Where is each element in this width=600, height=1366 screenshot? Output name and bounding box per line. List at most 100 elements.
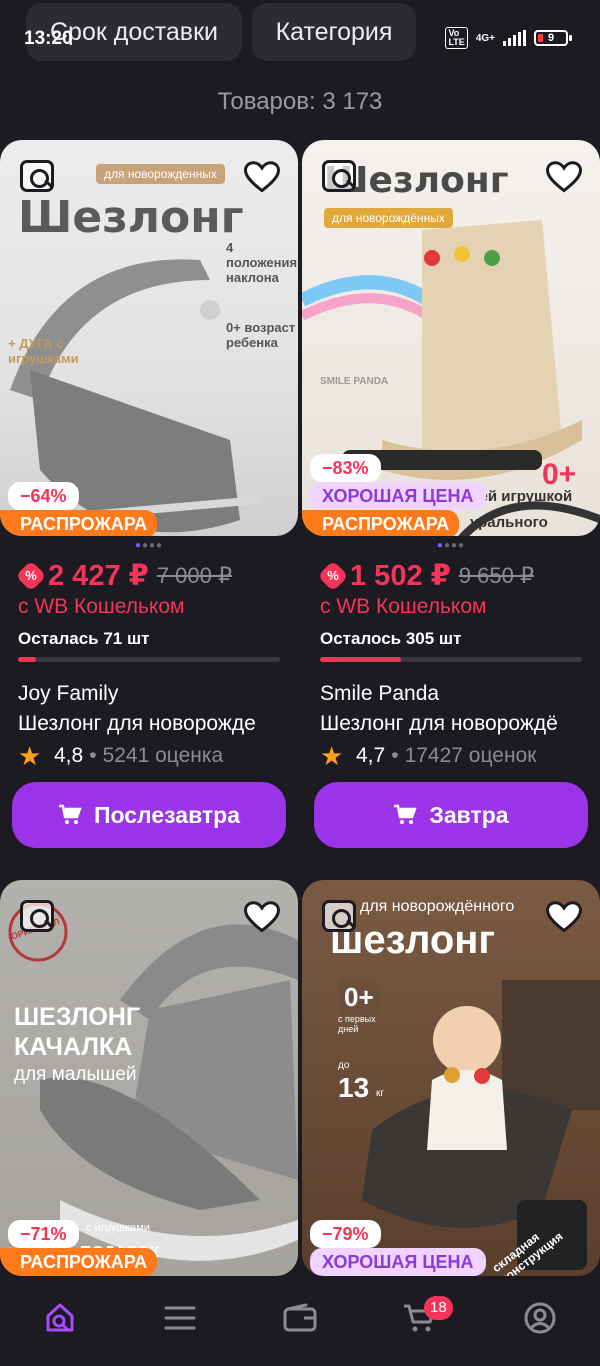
product-card[interactable]: Шезлонг для новорождённых SMILE PANDA 0+…: [302, 140, 600, 771]
rating-score: 4,7: [356, 744, 386, 767]
image-pager-dots: ●●●●: [436, 540, 466, 551]
image-fact: + ДУГА с игрушками: [8, 336, 79, 366]
top-bar: Срок доставки Категория 13:20 Vo LTE 4G+ …: [0, 0, 600, 70]
star-icon: ★: [320, 741, 344, 771]
heart-icon[interactable]: [546, 160, 582, 194]
rating: ★ 4,7 • 17427 оценок: [302, 741, 600, 771]
cart-count-badge: 18: [424, 1296, 453, 1320]
product-card[interactable]: для новорождённого шезлонг 0+ с первых д…: [302, 880, 600, 1276]
discount-badge: −83%: [310, 454, 381, 482]
network-label: 4G+: [475, 32, 495, 44]
home-icon: [46, 1303, 74, 1332]
rating-separator: •: [391, 744, 399, 767]
category-filter[interactable]: Категория: [252, 3, 416, 61]
heart-icon[interactable]: [546, 900, 582, 934]
product-card[interactable]: ОРИГИНАЛ ШЕЗЛОНГ КАЧАЛКА для малышей с и…: [0, 880, 298, 1276]
price: 1 502 ₽: [350, 560, 451, 592]
status-time: 13:20: [24, 28, 73, 49]
heart-icon[interactable]: [244, 160, 280, 194]
old-price: 9 650 ₽: [458, 562, 534, 588]
product-name[interactable]: Шезлонг для новорожде: [0, 712, 280, 736]
stock-left: Осталась 71 шт: [18, 629, 150, 648]
image-pager-dots: ●●●●: [134, 540, 164, 551]
image-fact: 4 положения наклона: [226, 240, 298, 285]
sale-tag: РАСПРОЖАРА: [0, 510, 158, 536]
status-indicators: Vo LTE 4G+ 9: [445, 27, 572, 49]
product-card[interactable]: для новорожденных Шезлонг 4 положения на…: [0, 140, 298, 771]
battery-level: 9: [547, 32, 555, 44]
wallet-discount-icon: [15, 559, 47, 592]
rating: ★ 4,8 • 5241 оценка: [0, 741, 298, 771]
nav-wallet[interactable]: [270, 1288, 330, 1348]
good-price-tag: ХОРОШАЯ ЦЕНА: [310, 1248, 486, 1276]
price-row: 2 427 ₽ 7 000 ₽: [0, 558, 298, 593]
image-fact: 0+ возраст ребенка: [226, 320, 296, 350]
image-fact-sub: с первых дней: [338, 1014, 376, 1034]
battery-icon: 9: [534, 30, 572, 46]
brand-name[interactable]: Smile Panda: [302, 682, 600, 706]
rating-score: 4,8: [54, 744, 84, 767]
wallet-note: с WB Кошельком: [320, 595, 487, 618]
product-name[interactable]: Шезлонг для новорождё: [302, 712, 582, 736]
product-image[interactable]: для новорождённого шезлонг 0+ с первых д…: [302, 880, 600, 1276]
review-count: 5241 оценка: [102, 744, 224, 767]
stock-bar: [320, 657, 582, 662]
old-price: 7 000 ₽: [156, 562, 232, 588]
image-fact: 13: [338, 1072, 370, 1103]
discount-badge: −64%: [8, 482, 79, 510]
delivery-label: Завтра: [429, 801, 509, 828]
image-subtitle: для новорожденных: [96, 164, 225, 184]
image-title: Шезлонг: [18, 192, 244, 243]
image-subtitle: для малышей: [14, 1064, 137, 1085]
bottom-navigation: 18: [0, 1276, 600, 1366]
image-subtitle: для новорождённого: [360, 898, 515, 915]
zoom-icon[interactable]: [322, 160, 356, 192]
image-fact: с игрушками: [86, 1222, 150, 1234]
image-subtitle: для новорождённых: [324, 208, 453, 228]
catalog-icon: [164, 1306, 196, 1330]
product-image[interactable]: Шезлонг для новорождённых SMILE PANDA 0+…: [302, 140, 600, 536]
image-title: ШЕЗЛОНГ КАЧАЛКА: [14, 1003, 141, 1061]
image-fact: 0+: [542, 458, 577, 491]
price-row: 1 502 ₽ 9 650 ₽: [302, 558, 600, 593]
delivery-label: Послезавтра: [93, 801, 241, 828]
product-image[interactable]: для новорожденных Шезлонг 4 положения на…: [0, 140, 298, 536]
cart-icon: [394, 804, 418, 824]
wallet-icon: [283, 1303, 317, 1332]
product-image[interactable]: ОРИГИНАЛ ШЕЗЛОНГ КАЧАЛКА для малышей с и…: [0, 880, 298, 1276]
results-count: Товаров: 3 173: [217, 88, 383, 115]
stock-bar-fill: [320, 657, 402, 662]
price: 2 427 ₽: [48, 560, 149, 592]
wallet-note: с WB Кошельком: [18, 595, 185, 618]
rating-separator: •: [89, 744, 97, 767]
wallet-discount-icon: [317, 559, 349, 592]
signal-icon: [503, 30, 526, 46]
profile-icon: [524, 1302, 556, 1334]
cart-icon: [58, 804, 82, 824]
nav-cart[interactable]: 18: [390, 1288, 453, 1348]
discount-badge: −79%: [310, 1220, 381, 1248]
zoom-icon[interactable]: [20, 160, 54, 192]
sale-tag: РАСПРОЖАРА: [302, 510, 460, 536]
stock-left: Осталось 305 шт: [320, 629, 462, 648]
brand-name[interactable]: Joy Family: [0, 682, 298, 706]
zoom-icon[interactable]: [322, 900, 356, 932]
sale-tag: РАСПРОЖАРА: [0, 1248, 158, 1276]
image-fact: 0+: [338, 980, 380, 1015]
stock-bar-fill: [18, 657, 37, 662]
nav-profile[interactable]: [510, 1288, 570, 1348]
volte-icon: Vo LTE: [445, 27, 468, 49]
add-to-cart-button[interactable]: Послезавтра: [12, 782, 286, 848]
heart-icon[interactable]: [244, 900, 280, 934]
review-count: 17427 оценок: [404, 744, 537, 767]
image-fact: урального дерева: [470, 514, 548, 536]
zoom-icon[interactable]: [20, 900, 54, 932]
image-fact-pre: до: [338, 1060, 350, 1071]
star-icon: ★: [18, 741, 42, 771]
image-fact-unit: кг: [376, 1088, 385, 1099]
add-to-cart-button[interactable]: Завтра: [314, 782, 588, 848]
nav-home[interactable]: [30, 1288, 90, 1348]
discount-badge: −71%: [8, 1220, 79, 1248]
nav-catalog[interactable]: [150, 1288, 210, 1348]
good-price-tag: ХОРОШАЯ ЦЕНА: [310, 482, 486, 510]
